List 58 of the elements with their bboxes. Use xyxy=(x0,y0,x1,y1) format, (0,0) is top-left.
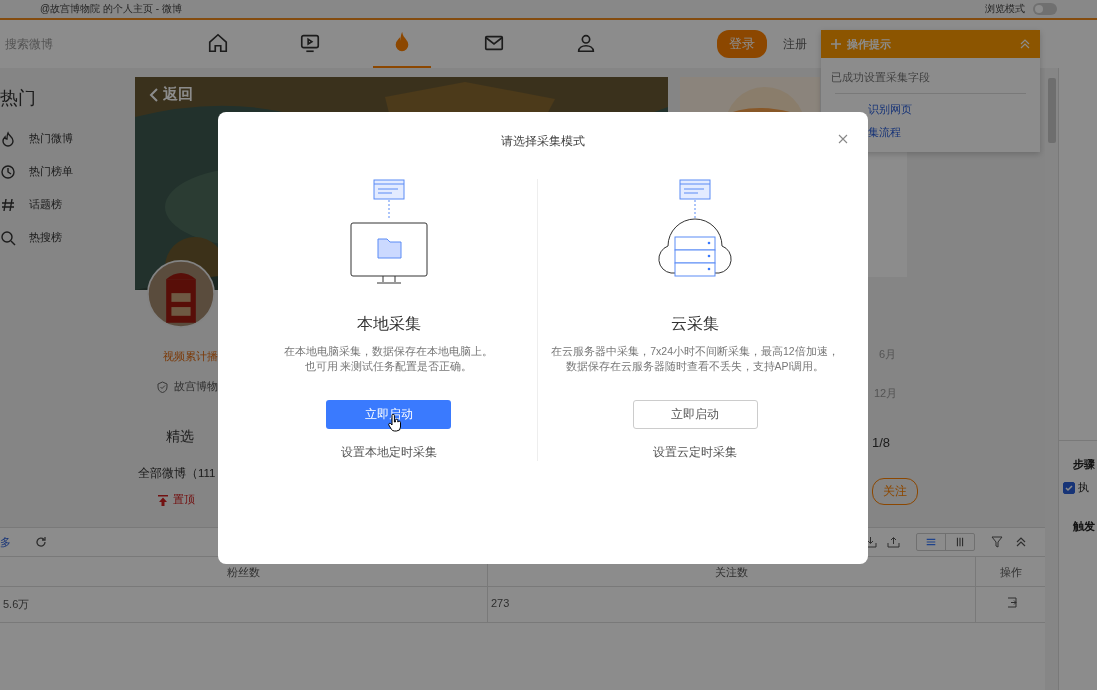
exit-icon[interactable] xyxy=(1007,597,1017,608)
sidebar-item[interactable]: 话题榜 xyxy=(0,188,130,221)
pinned-label: 置顶 xyxy=(158,493,195,507)
mode-label: 浏览模式 xyxy=(985,2,1025,16)
table-cell: 273 xyxy=(487,587,975,622)
panel-heading: 触发 xyxy=(1072,519,1096,534)
search-icon xyxy=(0,229,16,246)
tips-message: 已成功设置采集字段 xyxy=(830,70,931,85)
featured-tab[interactable]: 精选 xyxy=(166,428,194,446)
register-link[interactable]: 注册 xyxy=(783,35,807,53)
video-icon xyxy=(299,32,321,54)
scrollbar-thumb[interactable] xyxy=(1047,78,1056,143)
option-title: 本地采集 xyxy=(356,314,421,334)
clock-icon xyxy=(0,163,16,180)
tips-link[interactable]: 识别网页 xyxy=(868,102,912,117)
collapse-icon[interactable] xyxy=(1015,536,1027,548)
avatar xyxy=(147,260,215,328)
dialog-title: 请选择采集模式 xyxy=(501,133,585,150)
table-cell-text: 5.6万 xyxy=(2,597,31,612)
more-link[interactable]: 多 xyxy=(0,534,11,550)
option-description: 在云服务器中采集，7x24小时不间断采集，最高12倍加速， 数据保存在云服务器随时查看不丢失，支持API调用。 xyxy=(551,344,839,374)
panel-heading: 步骤 xyxy=(1072,457,1096,472)
sidebar-item[interactable]: 热门榜单 xyxy=(0,155,130,188)
refresh-icon[interactable] xyxy=(35,536,47,548)
fire-icon xyxy=(0,130,16,147)
checkbox-label: 执 xyxy=(1078,480,1089,495)
filter-label[interactable]: 全部微博（111 xyxy=(138,466,216,481)
verified-label: 故宫博物 xyxy=(157,380,218,394)
hash-icon xyxy=(0,196,16,213)
shield-icon xyxy=(157,381,168,393)
tips-link[interactable]: 集流程 xyxy=(868,125,901,140)
stat-text: 视频累计播 xyxy=(163,350,218,364)
filter-icon[interactable] xyxy=(991,536,1005,548)
list-icon xyxy=(924,536,938,548)
home-icon xyxy=(207,32,229,54)
option-title: 云采集 xyxy=(671,314,719,334)
pin-icon xyxy=(158,494,168,506)
person-icon xyxy=(575,32,597,54)
tips-title: 操作提示 xyxy=(847,36,891,52)
view-switcher[interactable] xyxy=(916,533,975,551)
schedule-link[interactable]: 设置云定时采集 xyxy=(653,444,737,461)
option-description: 在本地电脑采集，数据保存在本地电脑上。 也可用 来测试任务配置是否正确。 xyxy=(284,344,493,374)
sidebar-item[interactable]: 热门微博 xyxy=(0,122,130,155)
page-indicator: 1/8 xyxy=(872,435,891,450)
section-title: 热门 xyxy=(0,87,37,110)
start-button[interactable]: 立即启动 xyxy=(632,400,758,429)
close-icon[interactable] xyxy=(838,134,848,144)
mode-toggle[interactable] xyxy=(1033,3,1057,15)
sidebar-item[interactable]: 热搜榜 xyxy=(0,221,130,254)
plus-icon xyxy=(831,39,841,49)
schedule-link[interactable]: 设置本地定时采集 xyxy=(340,444,437,461)
tab-title: @故宫博物院 的个人主页 - 微博 xyxy=(40,2,182,16)
login-button[interactable]: 登录 xyxy=(717,30,767,58)
back-link[interactable]: 返回 xyxy=(149,85,193,104)
checkbox[interactable] xyxy=(1063,481,1075,494)
upload-icon[interactable] xyxy=(887,536,900,548)
column-header: 粉丝数 xyxy=(226,565,261,580)
chevron-left-icon xyxy=(149,86,159,103)
